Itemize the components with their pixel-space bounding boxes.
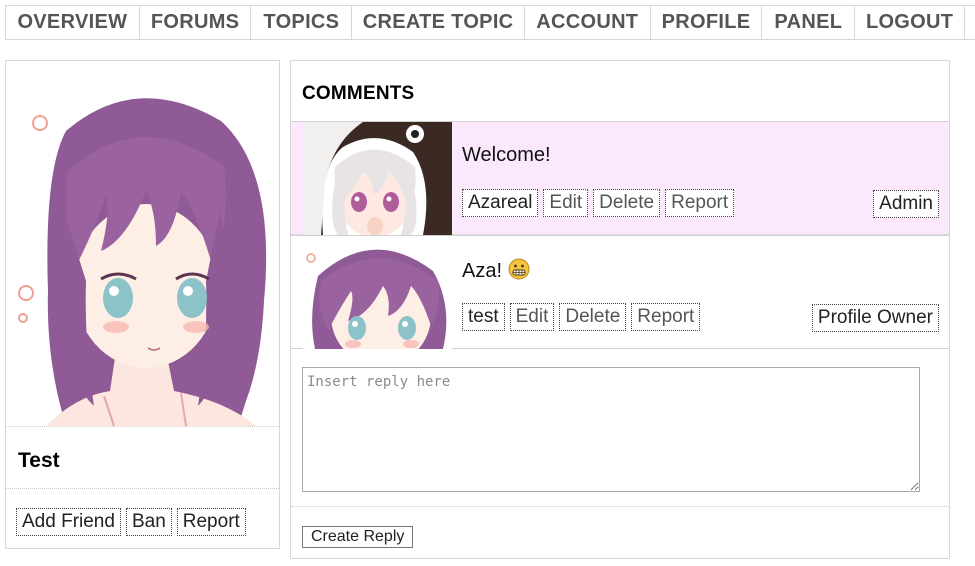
report-button[interactable]: Report: [631, 303, 701, 331]
role-badge-label: Admin: [873, 190, 939, 218]
comment-author-link[interactable]: Azareal: [462, 189, 539, 217]
profile-actions: Add Friend Ban Report: [16, 508, 246, 536]
nav-panel[interactable]: PANEL: [762, 6, 856, 39]
comment-text: Aza!: [462, 258, 530, 283]
nav-topics[interactable]: TOPICS: [251, 6, 353, 39]
reply-divider: [291, 506, 949, 507]
nav-overflow: [965, 6, 975, 39]
comment-item: Welcome! Azareal Edit Delete Report Admi…: [291, 121, 949, 235]
delete-button[interactable]: Delete: [559, 303, 627, 331]
comment-text-body: Aza!: [462, 260, 503, 282]
nav-create-topic[interactable]: CREATE TOPIC: [352, 6, 525, 39]
profile-name: Test: [18, 449, 60, 472]
profile-name-row: Test: [6, 426, 279, 489]
comment-actions: Azareal Edit Delete Report: [462, 189, 735, 217]
comment-item: Aza! test Edit Delete Report Profile Own…: [291, 235, 949, 349]
reply-textarea[interactable]: [302, 367, 920, 492]
profile-avatar: [6, 61, 279, 426]
edit-button[interactable]: Edit: [509, 303, 555, 331]
comment-text: Welcome!: [462, 144, 551, 166]
comment-avatar: [303, 122, 452, 235]
top-nav: OVERVIEW FORUMS TOPICS CREATE TOPIC ACCO…: [5, 5, 975, 40]
comments-title: COMMENTS: [302, 83, 415, 104]
comment-author-link[interactable]: test: [462, 303, 505, 331]
delete-button[interactable]: Delete: [593, 189, 661, 217]
add-friend-button[interactable]: Add Friend: [16, 508, 121, 536]
nav-account[interactable]: ACCOUNT: [525, 6, 651, 39]
role-badge: Admin: [873, 190, 939, 218]
role-badge-label: Profile Owner: [811, 304, 939, 332]
nav-logout[interactable]: LOGOUT: [855, 6, 966, 39]
create-reply-button[interactable]: Create Reply: [302, 526, 414, 548]
nav-profile[interactable]: PROFILE: [651, 6, 763, 39]
nav-forums[interactable]: FORUMS: [140, 6, 252, 39]
report-button[interactable]: Report: [665, 189, 735, 217]
report-profile-button[interactable]: Report: [176, 508, 246, 536]
role-badge: Profile Owner: [811, 304, 939, 332]
profile-panel: Test Add Friend Ban Report: [5, 60, 280, 549]
ban-button[interactable]: Ban: [125, 508, 172, 536]
comment-actions: test Edit Delete Report: [462, 303, 701, 331]
comments-panel: COMMENTS Welcome! Azareal Edit Delete Re…: [290, 60, 950, 559]
comment-avatar: [303, 236, 452, 349]
edit-button[interactable]: Edit: [543, 189, 589, 217]
grimacing-face-icon: [508, 258, 530, 280]
nav-overview[interactable]: OVERVIEW: [6, 6, 140, 39]
